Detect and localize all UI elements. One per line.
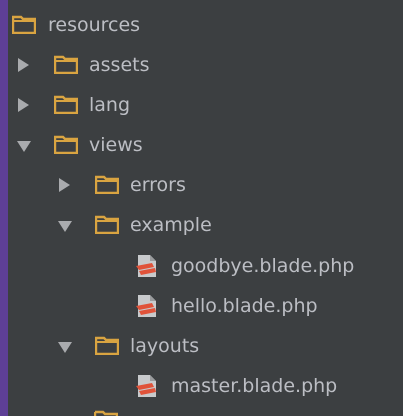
blade-file-icon [136, 295, 156, 317]
tree-item-label: example [130, 214, 212, 236]
folder-icon [95, 175, 119, 194]
tree-item-label: goodbye.blade.php [171, 255, 355, 277]
tree-item-hello-blade[interactable]: hello.blade.php [8, 286, 403, 326]
chevron-down-icon[interactable] [58, 221, 72, 232]
chevron-down-icon[interactable] [58, 342, 72, 353]
folder-icon [94, 410, 118, 416]
tree-item-lang[interactable]: lang [8, 85, 403, 125]
tree-item-label: errors [130, 174, 186, 196]
folder-icon [95, 215, 119, 234]
tree-item-label: resources [48, 14, 141, 36]
tree-item-label: assets [89, 54, 150, 76]
blade-file-icon [136, 375, 156, 397]
tree-item-label: lang [89, 94, 131, 116]
tree-item-example[interactable]: example [8, 205, 403, 245]
tree-item-resources[interactable]: resources [8, 5, 403, 45]
tree-item-label: views [89, 134, 143, 156]
tree-item-errors[interactable]: errors [8, 165, 403, 205]
chevron-right-icon[interactable] [18, 98, 29, 112]
tree-item-master-blade[interactable]: master.blade.php [8, 366, 403, 406]
tree-item-layouts[interactable]: layouts [8, 326, 403, 366]
tree-item-goodbye-blade[interactable]: goodbye.blade.php [8, 246, 403, 286]
chevron-right-icon[interactable] [59, 178, 70, 192]
folder-icon [95, 336, 119, 355]
tree-item-label: hello.blade.php [171, 295, 318, 317]
tree-item-label: master.blade.php [171, 375, 338, 397]
folder-icon [54, 95, 78, 114]
folder-icon [54, 55, 78, 74]
project-tree-panel: resources assets lang views errors examp… [8, 0, 403, 416]
folder-icon [12, 15, 36, 34]
folder-icon [54, 135, 78, 154]
tree-item-label: layouts [130, 335, 200, 357]
blade-file-icon [136, 255, 156, 277]
tree-item-views[interactable]: views [8, 125, 403, 165]
chevron-right-icon[interactable] [18, 58, 29, 72]
chevron-down-icon[interactable] [17, 141, 31, 152]
tree-item-assets[interactable]: assets [8, 45, 403, 85]
